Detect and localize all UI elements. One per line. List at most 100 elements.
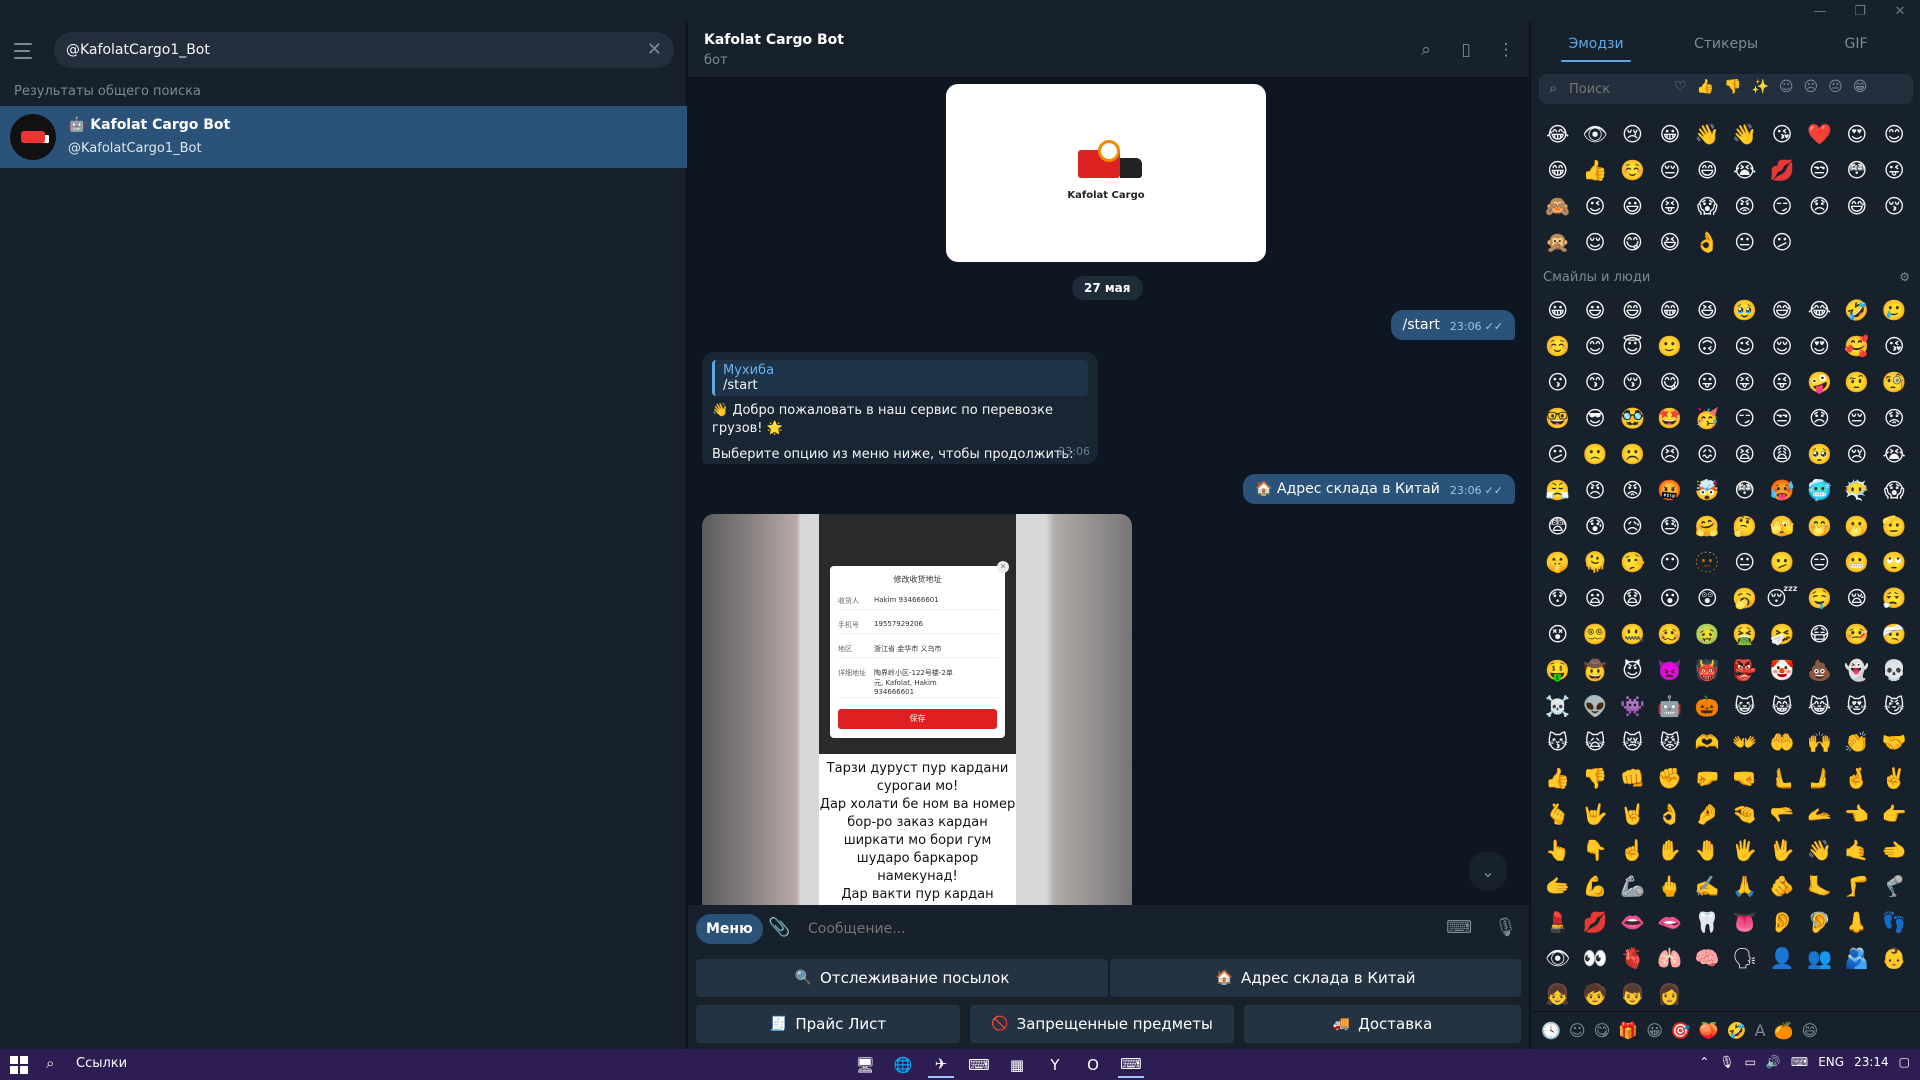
smile-filter-icon[interactable]: ☺ — [1779, 79, 1794, 95]
emoji-icon[interactable]: 😞 — [1801, 400, 1838, 436]
emoji-icon[interactable]: 🦵 — [1838, 868, 1875, 904]
emoji-icon[interactable]: 😚 — [1614, 364, 1651, 400]
emoji-category-icon[interactable]: ☺ — [1569, 1021, 1586, 1040]
emoji-icon[interactable]: 😵‍💫 — [1576, 616, 1613, 652]
network-icon[interactable]: ▭ — [1745, 1055, 1756, 1069]
scroll-down-button[interactable]: ⌄ — [1468, 851, 1508, 891]
emoji-icon[interactable]: 👄 — [1614, 904, 1651, 940]
emoji-icon[interactable]: 🧒 — [1576, 976, 1613, 1012]
emoji-icon[interactable]: 🙏 — [1726, 868, 1763, 904]
thumbs-down-filter-icon[interactable]: 👎 — [1724, 79, 1741, 95]
emoji-icon[interactable]: 😜 — [1763, 364, 1800, 400]
party-filter-icon[interactable]: ✨ — [1751, 79, 1768, 95]
emoji-icon[interactable]: 💪 — [1576, 868, 1613, 904]
emoji-icon[interactable]: ❤️ — [1801, 116, 1838, 152]
emoji-icon[interactable]: 🦶 — [1801, 868, 1838, 904]
taskbar-app-icon[interactable]: 🌐 — [890, 1052, 916, 1078]
emoji-icon[interactable]: 🫲 — [1876, 832, 1913, 868]
emoji-icon[interactable]: 😍 — [1801, 328, 1838, 364]
emoji-icon[interactable]: 💩 — [1801, 652, 1838, 688]
emoji-category-icon[interactable]: 😄 — [1802, 1021, 1819, 1040]
emoji-icon[interactable]: 😓 — [1651, 508, 1688, 544]
emoji-icon[interactable]: 👌 — [1651, 796, 1688, 832]
incoming-message[interactable]: Мухиба /start 👋 Добро пожаловать в наш с… — [702, 352, 1098, 464]
emoji-icon[interactable]: 😮‍💨 — [1876, 580, 1913, 616]
emoji-icon[interactable]: 🙂 — [1651, 328, 1688, 364]
emoji-icon[interactable]: 🦷 — [1689, 904, 1726, 940]
emoji-icon[interactable]: 😟 — [1876, 400, 1913, 436]
emoji-category-icon[interactable]: 🍊 — [1774, 1021, 1794, 1040]
emoji-icon[interactable]: 😁 — [1651, 292, 1688, 328]
emoji-icon[interactable]: 🙊 — [1539, 224, 1576, 260]
emoji-icon[interactable]: 🤥 — [1614, 544, 1651, 580]
keyboard-button-delivery[interactable]: 🚚 Доставка — [1244, 1005, 1521, 1043]
emoji-icon[interactable]: 😿 — [1614, 724, 1651, 760]
emoji-icon[interactable]: 🤒 — [1838, 616, 1875, 652]
taskbar-app-icon[interactable]: O — [1080, 1052, 1106, 1078]
emoji-icon[interactable]: 🤑 — [1539, 652, 1576, 688]
microphone-icon[interactable]: 🎙 — [1494, 917, 1517, 938]
search-icon[interactable]: ⌕ — [1413, 38, 1439, 62]
emoji-icon[interactable]: 😌 — [1763, 328, 1800, 364]
search-result-item[interactable]: 🤖 Kafolat Cargo Bot @KafolatCargo1_Bot — [0, 106, 687, 168]
emoji-icon[interactable]: 👻 — [1838, 652, 1875, 688]
emoji-icon[interactable]: 😫 — [1726, 436, 1763, 472]
thumbs-up-filter-icon[interactable]: 👍 — [1697, 79, 1714, 95]
emoji-icon[interactable]: 😔 — [1651, 152, 1688, 188]
emoji-icon[interactable]: 😍 — [1838, 116, 1875, 152]
emoji-icon[interactable]: 🥸 — [1614, 400, 1651, 436]
emoji-icon[interactable]: 🥺 — [1801, 436, 1838, 472]
emoji-icon[interactable]: ☺️ — [1539, 328, 1576, 364]
emoji-icon[interactable]: 😅 — [1763, 292, 1800, 328]
emoji-icon[interactable]: 🫁 — [1651, 940, 1688, 976]
neutral-filter-icon[interactable]: 😐 — [1828, 79, 1843, 95]
more-options-icon[interactable]: ⋮ — [1493, 38, 1519, 62]
emoji-icon[interactable]: 👁 — [1576, 116, 1613, 152]
bot-logo-image[interactable]: Kafolat Cargo — [946, 84, 1266, 262]
emoji-icon[interactable]: 👋 — [1801, 832, 1838, 868]
emoji-icon[interactable]: 😀 — [1651, 116, 1688, 152]
windows-start-icon[interactable] — [10, 1056, 28, 1074]
emoji-icon[interactable]: 🖖 — [1763, 832, 1800, 868]
emoji-icon[interactable]: 🤧 — [1763, 616, 1800, 652]
search-icon[interactable]: ⌕ — [46, 1054, 54, 1072]
emoji-icon[interactable]: 🥲 — [1876, 292, 1913, 328]
emoji-icon[interactable]: 🤫 — [1539, 544, 1576, 580]
emoji-icon[interactable]: 😥 — [1614, 508, 1651, 544]
emoji-category-icon[interactable]: A — [1755, 1021, 1766, 1040]
emoji-icon[interactable]: 😨 — [1539, 508, 1576, 544]
emoji-icon[interactable]: 🤌 — [1689, 796, 1726, 832]
emoji-icon[interactable]: 🥹 — [1726, 292, 1763, 328]
emoji-icon[interactable]: 👍 — [1539, 760, 1576, 796]
emoji-icon[interactable]: 👤 — [1763, 940, 1800, 976]
keyboard-button-warehouse[interactable]: 🏠 Адрес склада в Китай — [1110, 959, 1521, 997]
emoji-icon[interactable]: 🤟 — [1576, 796, 1613, 832]
emoji-icon[interactable]: 🙃 — [1689, 328, 1726, 364]
emoji-icon[interactable]: 😵 — [1539, 616, 1576, 652]
emoji-icon[interactable]: 🤙 — [1838, 832, 1875, 868]
emoji-icon[interactable]: 👊 — [1614, 760, 1651, 796]
taskbar-app-icon[interactable]: 🖥 — [852, 1052, 878, 1078]
emoji-icon[interactable]: 😭 — [1876, 436, 1913, 472]
tab-emoji[interactable]: Эмодзи — [1531, 22, 1661, 66]
emoji-icon[interactable]: 😆 — [1651, 224, 1688, 260]
close-icon[interactable]: ✕ — [1880, 0, 1920, 22]
emoji-icon[interactable]: 😘 — [1763, 116, 1800, 152]
emoji-category-icon[interactable]: 😋 — [1594, 1021, 1611, 1040]
emoji-icon[interactable]: 😘 — [1876, 328, 1913, 364]
emoji-icon[interactable]: 🎃 — [1689, 688, 1726, 724]
emoji-icon[interactable]: 🫂 — [1838, 940, 1875, 976]
emoji-icon[interactable]: 😷 — [1801, 616, 1838, 652]
emoji-icon[interactable]: 😃 — [1614, 188, 1651, 224]
emoji-icon[interactable]: 😕 — [1763, 224, 1800, 260]
emoji-icon[interactable]: 😜 — [1876, 152, 1913, 188]
emoji-icon[interactable]: 😕 — [1539, 436, 1576, 472]
emoji-icon[interactable]: 🗣 — [1726, 940, 1763, 976]
emoji-icon[interactable]: 😮 — [1651, 580, 1688, 616]
emoji-icon[interactable]: 🥴 — [1651, 616, 1688, 652]
emoji-icon[interactable]: 👉 — [1876, 796, 1913, 832]
emoji-icon[interactable]: 😈 — [1614, 652, 1651, 688]
emoji-icon[interactable]: ✌️ — [1876, 760, 1913, 796]
emoji-icon[interactable]: 😠 — [1576, 472, 1613, 508]
keyboard-button-prohibited[interactable]: 🚫 Запрещенные предметы — [970, 1005, 1234, 1043]
